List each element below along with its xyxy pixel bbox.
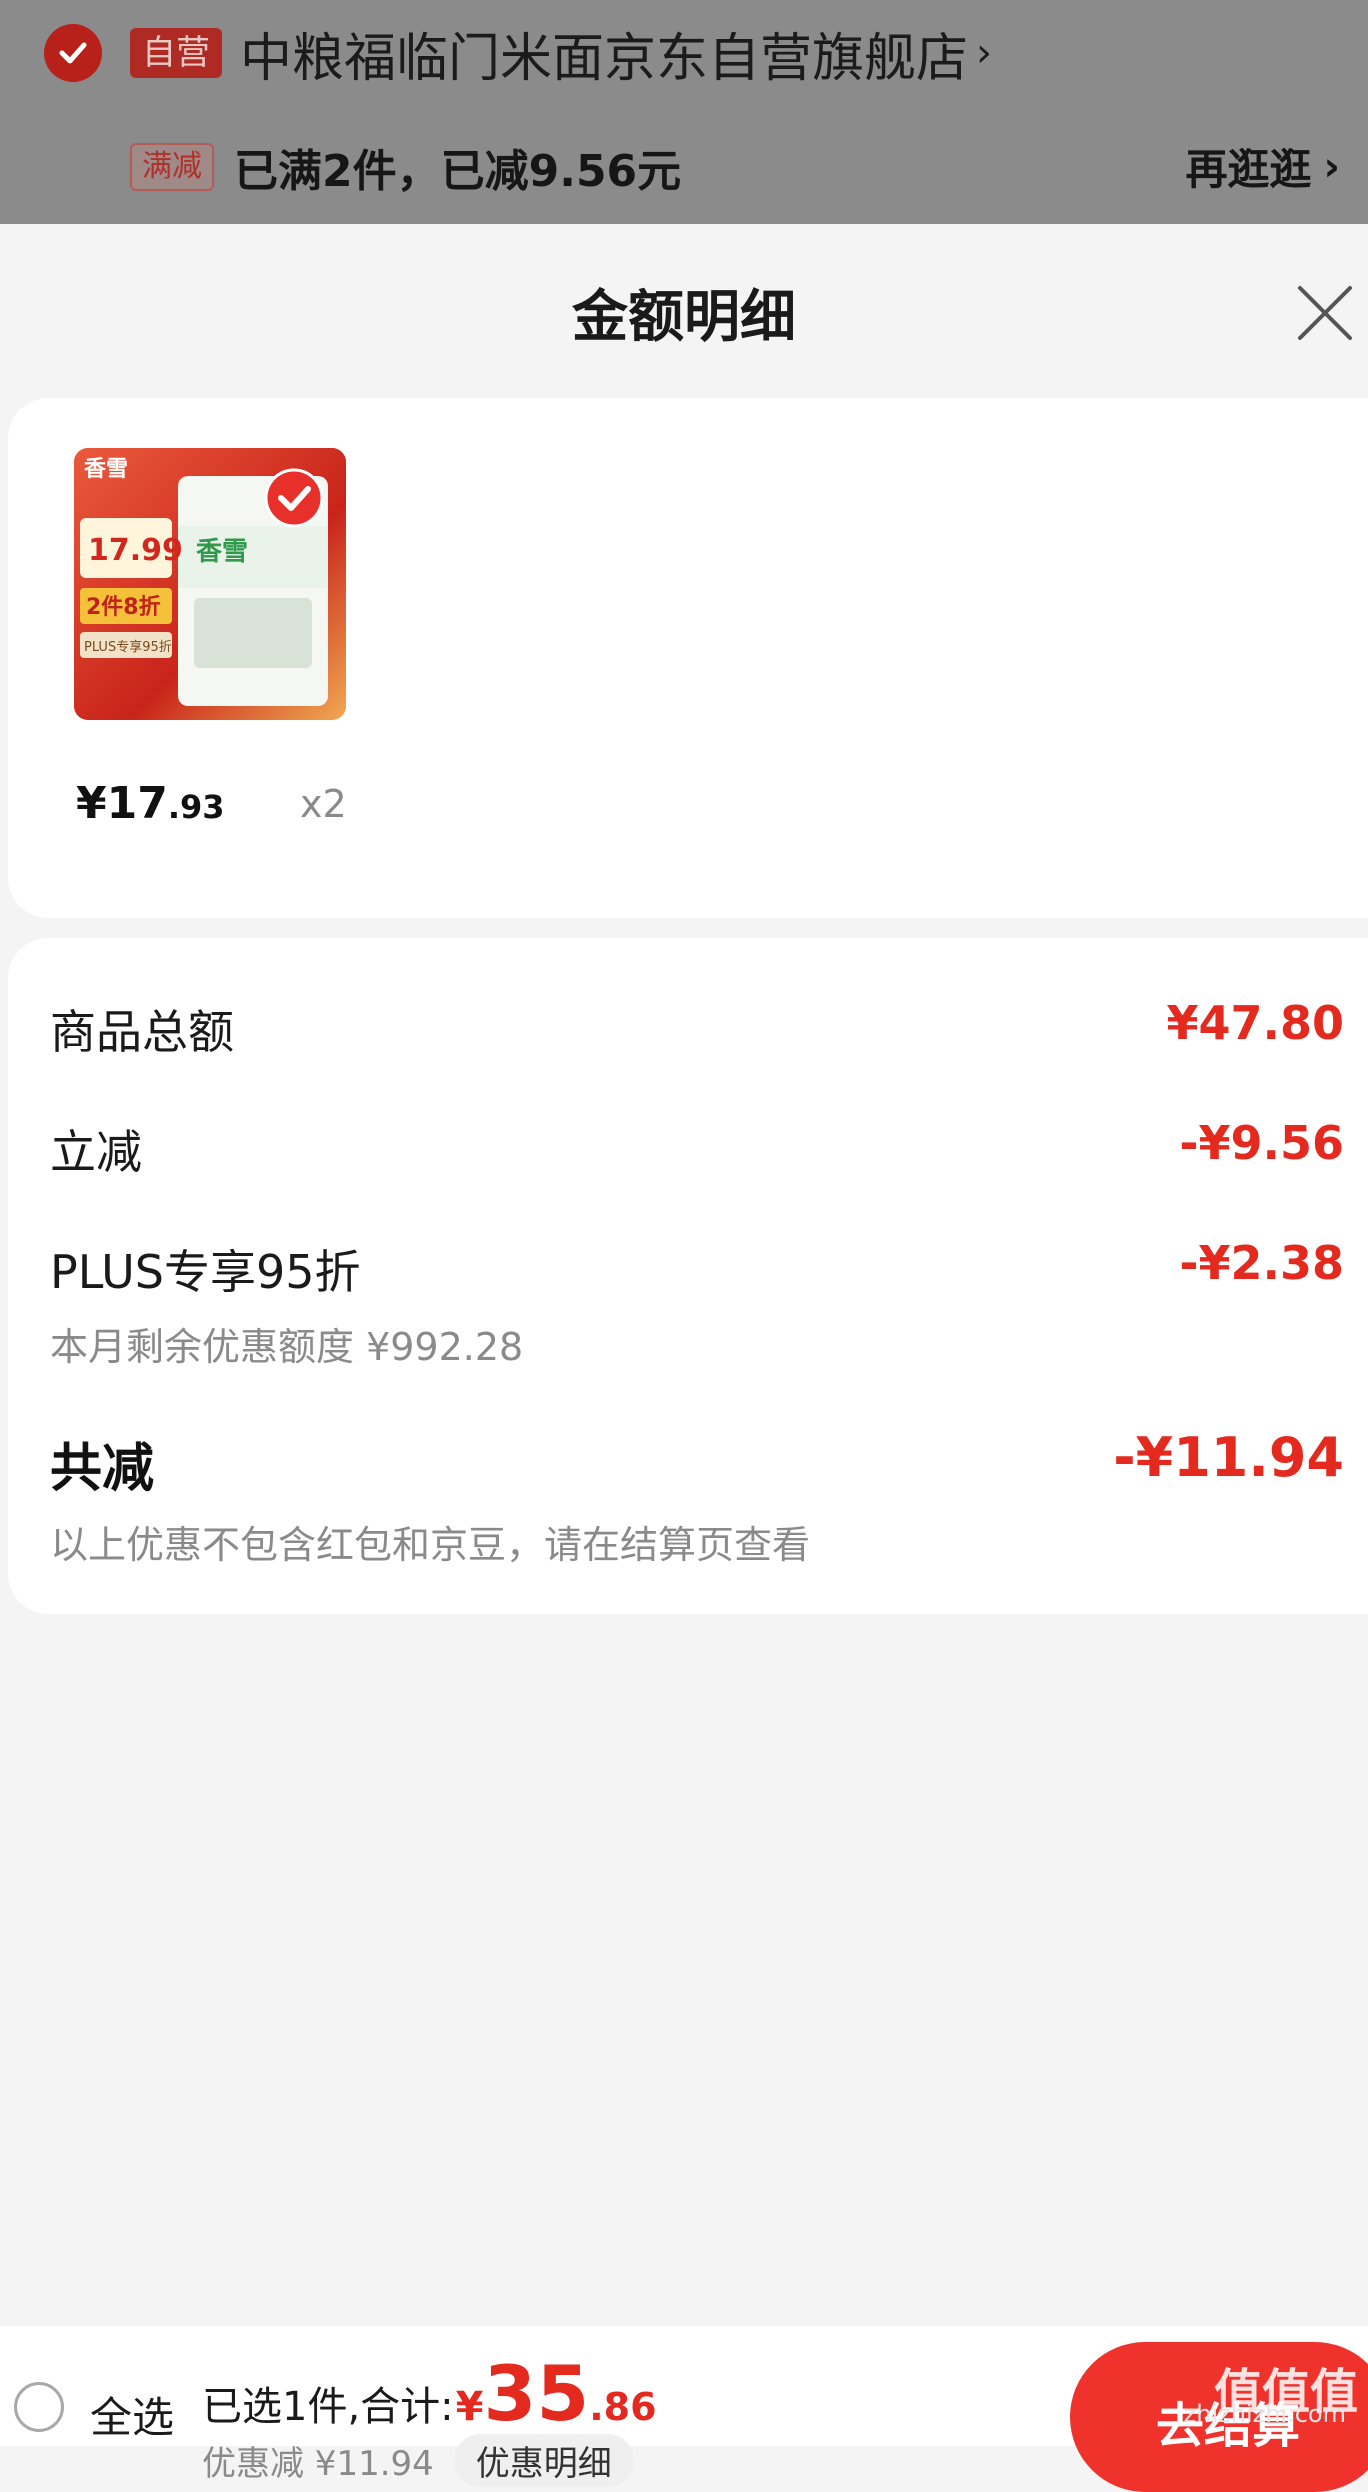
product-image-logo: 香雪 xyxy=(84,457,128,482)
instant-discount-value: -¥9.56 xyxy=(1179,1116,1344,1170)
plus-remaining-quota: 本月剩余优惠额度 ¥992.28 xyxy=(50,1325,524,1369)
sum-integer: 35 xyxy=(483,2349,590,2438)
sum-decimal: .86 xyxy=(589,2385,657,2429)
discount-amount-text: 优惠减 ¥11.94 xyxy=(202,2444,434,2484)
product-price: ¥17.93 xyxy=(76,778,225,829)
goods-total-value: ¥47.80 xyxy=(1166,996,1344,1050)
total-discount-value: -¥11.94 xyxy=(1113,1426,1344,1489)
sum-text: 已选1件,合计: xyxy=(202,2384,454,2430)
select-all-label[interactable]: 全选 xyxy=(90,2384,174,2445)
select-all-radio[interactable] xyxy=(14,2382,64,2432)
product-image-brand: 香雪 xyxy=(196,537,248,567)
close-icon[interactable] xyxy=(1292,280,1358,346)
watermark-url: zhizhizhi.com xyxy=(1183,2400,1346,2428)
goods-total-label: 商品总额 xyxy=(50,1005,234,1059)
instant-discount-label: 立减 xyxy=(50,1125,142,1179)
product-price-dec: .93 xyxy=(167,788,225,826)
store-row[interactable]: 自营 中粮福临门米面京东自营旗舰店 › xyxy=(44,16,992,91)
product-price-int: ¥17 xyxy=(76,778,168,829)
promo-text: 已满2件，已减9.56元 xyxy=(234,146,682,197)
sheet-title: 金额明细 xyxy=(572,285,796,350)
discount-detail-button[interactable]: 优惠明细 xyxy=(453,2434,634,2487)
amount-detail-sheet: 金额明细 香雪 17.99 2件8折 PLUS专享95折 香雪 ¥17.93 x… xyxy=(0,224,1368,2326)
discount-note: 以上优惠不包含红包和京豆，请在结算页查看 xyxy=(50,1523,811,1567)
promo-badge: 满减 xyxy=(130,143,214,191)
store-check-icon[interactable] xyxy=(44,24,102,82)
plus-discount-value: -¥2.38 xyxy=(1179,1236,1344,1290)
store-name[interactable]: 中粮福临门米面京东自营旗舰店 xyxy=(240,16,968,91)
checkout-bar: 全选 已选1件,合计: ¥ 35 .86 优惠减 ¥11.94 优惠明细 去结算 xyxy=(0,2326,1368,2492)
product-card: 香雪 17.99 2件8折 PLUS专享95折 香雪 ¥17.93 x2 xyxy=(8,398,1368,918)
chevron-right-icon: › xyxy=(1323,143,1340,190)
store-header-overlay: 自营 中粮福临门米面京东自营旗舰店 › 满减 已满2件，已减9.56元 再逛逛 … xyxy=(0,0,1368,224)
product-image-price: 17.99 xyxy=(88,533,183,568)
product-image-plus: PLUS专享95折 xyxy=(84,639,172,655)
browse-more-link[interactable]: 再逛逛 › xyxy=(1186,136,1341,197)
discount-line: 优惠减 ¥11.94 优惠明细 xyxy=(202,2434,634,2487)
sum-line: 已选1件,合计: ¥ 35 .86 xyxy=(202,2356,657,2432)
chevron-right-icon[interactable]: › xyxy=(976,30,992,76)
self-operated-badge: 自营 xyxy=(130,28,222,78)
product-quantity: x2 xyxy=(300,782,347,826)
product-image[interactable]: 香雪 17.99 2件8折 PLUS专享95折 香雪 xyxy=(74,448,346,720)
amount-detail-card: 商品总额 ¥47.80 立减 -¥9.56 PLUS专享95折 -¥2.38 本… xyxy=(8,938,1368,1614)
total-discount-label: 共减 xyxy=(50,1439,155,1499)
sum-currency: ¥ xyxy=(455,2384,484,2430)
plus-discount-label: PLUS专享95折 xyxy=(50,1245,361,1299)
promo-row: 满减 已满2件，已减9.56元 xyxy=(130,132,681,202)
browse-more-label: 再逛逛 xyxy=(1185,145,1312,194)
product-image-promo: 2件8折 xyxy=(86,595,161,620)
